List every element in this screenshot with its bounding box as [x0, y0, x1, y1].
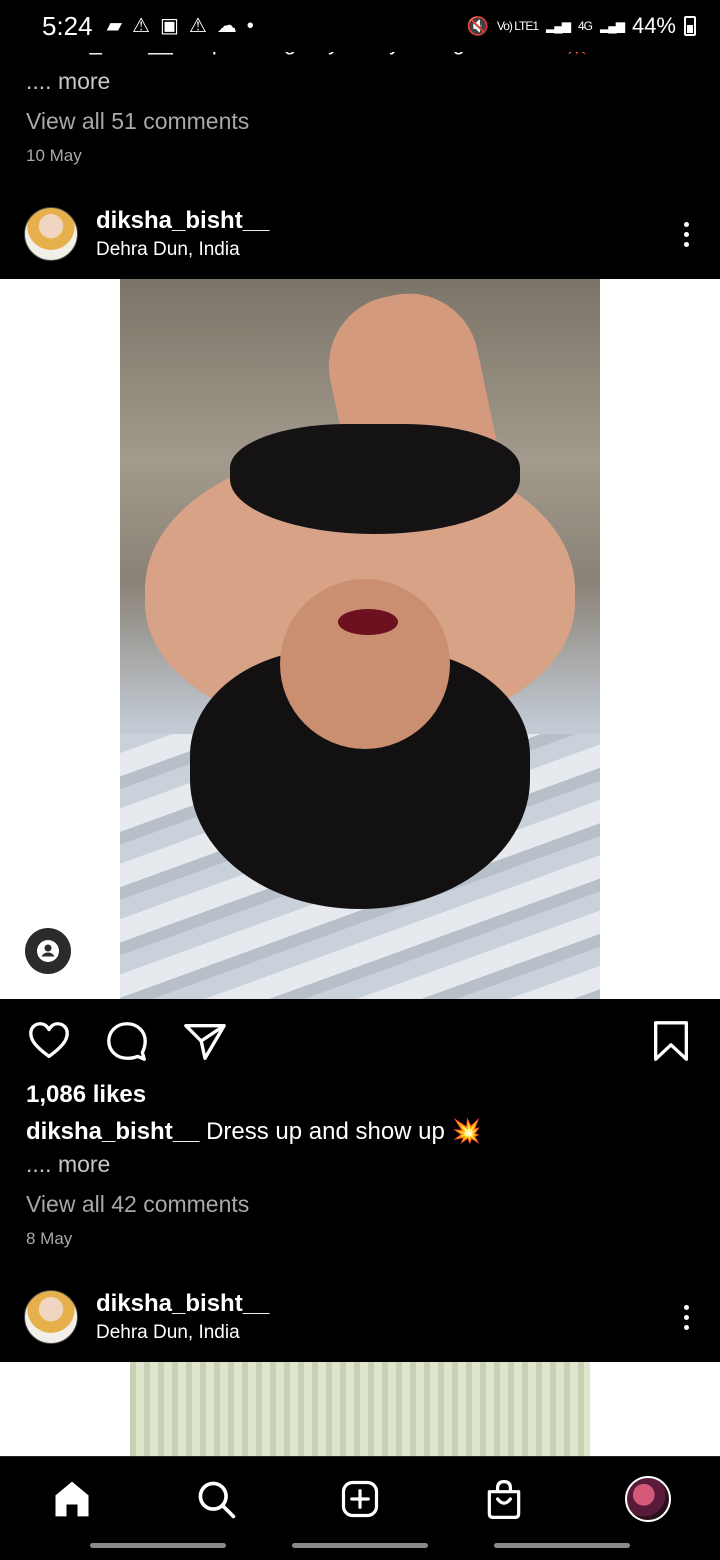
next-post-location[interactable]: Dehra Dun, India: [96, 1322, 269, 1344]
more-link[interactable]: .... more: [26, 1151, 110, 1178]
signal-icon-2: ▂▄▆: [599, 19, 625, 33]
status-right: 🔇 Vo) LTE1 ▂▄▆ 4G ▂▄▆ 44%: [466, 13, 696, 39]
more-options-icon[interactable]: [676, 214, 696, 254]
facebook-icon: ▣: [159, 15, 179, 37]
view-comments-link[interactable]: View all 42 comments: [26, 1191, 249, 1218]
avatar[interactable]: [24, 207, 78, 261]
dot-icon: •: [246, 15, 254, 37]
user-tag-icon[interactable]: [25, 928, 71, 974]
network-label: Vo) LTE1: [496, 19, 539, 33]
caption-text: Dress up and show up: [199, 1118, 452, 1145]
search-icon[interactable]: [192, 1475, 240, 1523]
next-post-user-block: diksha_bisht__ Dehra Dun, India: [96, 1290, 269, 1344]
message-notification-icon: ▰: [106, 15, 122, 37]
gesture-hint: [90, 1543, 226, 1548]
profile-avatar[interactable]: [624, 1475, 672, 1523]
next-post-photo[interactable]: [130, 1362, 590, 1462]
post-caption: diksha_bisht__ Dress up and show up 💥: [26, 1117, 481, 1146]
battery-icon: [684, 16, 696, 36]
next-post-media[interactable]: [0, 1362, 720, 1462]
caption-emoji: 💥: [451, 1118, 482, 1145]
add-post-icon[interactable]: [336, 1475, 384, 1523]
gesture-hint: [292, 1543, 428, 1548]
heart-icon[interactable]: [26, 1018, 72, 1064]
next-post-header: diksha_bisht__ Dehra Dun, India: [0, 1279, 720, 1355]
post-user-block: diksha_bisht__ Dehra Dun, India: [96, 207, 269, 261]
caption-username[interactable]: diksha_bisht__: [26, 1118, 199, 1145]
network-label-2: 4G: [577, 19, 593, 33]
post-actions: [0, 1014, 720, 1066]
previous-post-view-comments[interactable]: View all 51 comments: [26, 108, 249, 135]
warning-icon-2: ⚠: [188, 15, 207, 37]
battery-percent: 44%: [631, 13, 676, 38]
post-header: diksha_bisht__ Dehra Dun, India: [0, 196, 720, 272]
notification-icons: ▰ ⚠ ▣ ⚠ ☁ •: [107, 16, 254, 36]
cloud-icon: ☁: [216, 15, 237, 37]
status-time: 5:24: [42, 10, 93, 41]
previous-post-more-link[interactable]: .... more: [26, 68, 110, 95]
home-icon[interactable]: [48, 1475, 96, 1523]
bookmark-icon[interactable]: [648, 1018, 694, 1064]
warning-icon: ⚠: [132, 15, 150, 37]
post-date: 8 May: [26, 1229, 73, 1248]
bottom-navigation: [0, 1456, 720, 1560]
post-photo[interactable]: [120, 279, 600, 999]
likes-count[interactable]: 1,086 likes: [26, 1081, 146, 1109]
post-username[interactable]: diksha_bisht__: [96, 207, 269, 235]
instagram-feed-screen: diksha_bisht__ Stop staring or your eyes…: [0, 0, 720, 1560]
shop-bag-icon[interactable]: [480, 1475, 528, 1523]
mute-icon: 🔇: [466, 15, 489, 36]
avatar[interactable]: [24, 1290, 78, 1344]
post-media[interactable]: [0, 279, 720, 999]
next-post-username[interactable]: diksha_bisht__: [96, 1290, 269, 1318]
previous-post-date: 10 May: [26, 146, 82, 165]
signal-icon: ▂▄▆: [546, 19, 571, 33]
gesture-hint: [494, 1543, 630, 1548]
send-icon[interactable]: [182, 1018, 228, 1064]
status-bar: 5:24 ▰ ⚠ ▣ ⚠ ☁ • 🔇 Vo) LTE1 ▂▄▆ 4G ▂▄▆ 4…: [0, 0, 720, 52]
more-options-icon[interactable]: [676, 1297, 696, 1337]
comment-icon[interactable]: [104, 1018, 150, 1064]
post-location[interactable]: Dehra Dun, India: [96, 239, 269, 261]
